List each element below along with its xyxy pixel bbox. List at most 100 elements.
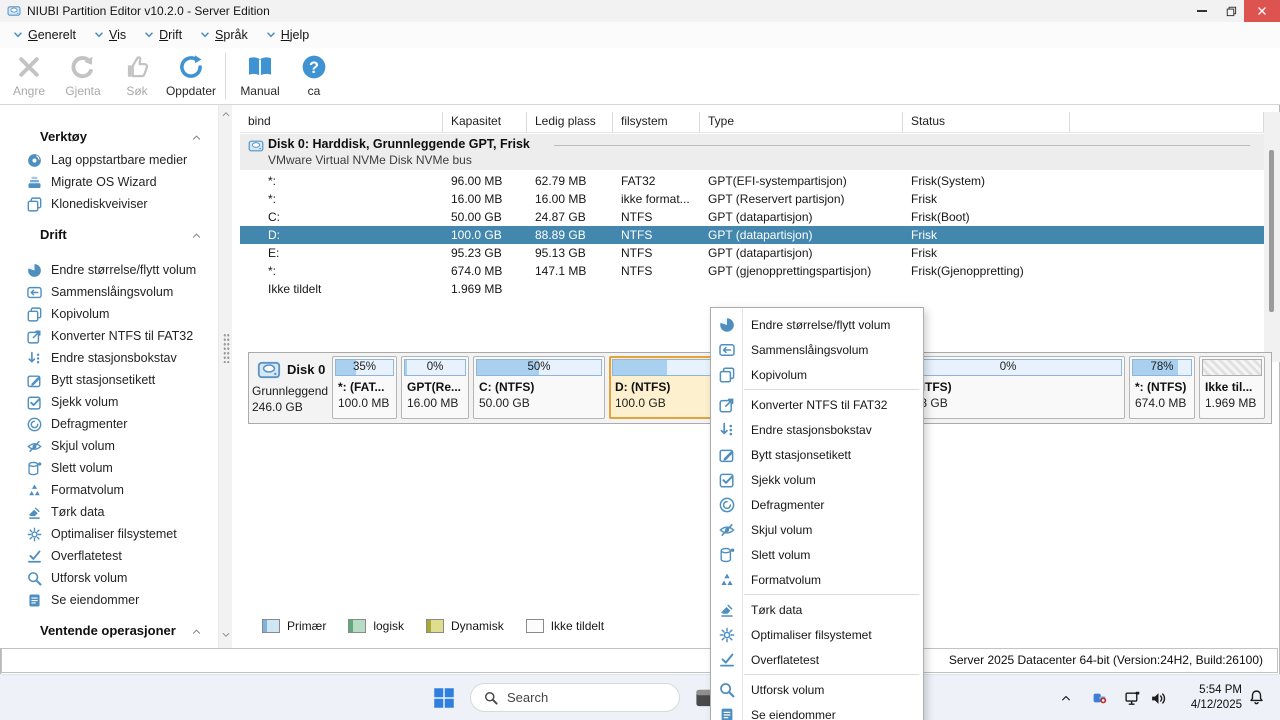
toolbar-button[interactable]: Oppdater bbox=[164, 54, 218, 98]
partition-block[interactable]: 50% C: (NTFS) 50.00 GB bbox=[473, 356, 605, 419]
search-box[interactable]: Search bbox=[470, 683, 680, 712]
sidebar-section-tools[interactable]: Verktøy bbox=[0, 125, 218, 149]
tray-overflow-icon[interactable] bbox=[1060, 692, 1072, 704]
sidebar-item[interactable]: Formatvolum bbox=[0, 479, 218, 501]
context-menu-label: Kopivolum bbox=[751, 367, 808, 382]
sidebar-item[interactable]: Slett volum bbox=[0, 457, 218, 479]
toolbar-button[interactable]: Søk bbox=[110, 54, 164, 98]
menu-bar-item[interactable]: Hjelp bbox=[258, 25, 318, 45]
context-menu-item[interactable]: Optimaliser filsystemet bbox=[711, 622, 923, 647]
sidebar-item-label: Sammenslåingsvolum bbox=[51, 285, 174, 299]
sidebar-item[interactable]: Sjekk volum bbox=[0, 391, 218, 413]
sidebar-item[interactable]: Bytt stasjonsetikett bbox=[0, 369, 218, 391]
partition-block[interactable]: 78% *: (NTFS) 674.0 MB bbox=[1129, 356, 1195, 419]
minimize-button[interactable] bbox=[1186, 0, 1218, 22]
sidebar-item[interactable]: Skjul volum bbox=[0, 435, 218, 457]
notification-bell-icon[interactable] bbox=[1248, 689, 1265, 706]
scrollbar-thumb[interactable] bbox=[1269, 150, 1274, 312]
network-icon[interactable] bbox=[1124, 690, 1141, 707]
sidebar-item[interactable]: Se eiendommer bbox=[0, 589, 218, 611]
table-row[interactable]: E: 95.23 GB 95.13 GB NTFS GPT (dataparti… bbox=[240, 244, 1264, 262]
context-menu-item[interactable]: Se eiendommer bbox=[711, 702, 923, 720]
sidebar-item[interactable]: Optimaliser filsystemet bbox=[0, 523, 218, 545]
sidebar-item[interactable]: Endre størrelse/flytt volum bbox=[0, 259, 218, 281]
partition-block[interactable]: 0% GPT(Re... 16.00 MB bbox=[401, 356, 469, 419]
menu-bar-item[interactable]: Vis bbox=[86, 25, 134, 45]
partition-block[interactable]: 0% E: (NTFS) 95.23 GB bbox=[891, 356, 1125, 419]
taskbar-clock[interactable]: 5:54 PM 4/12/2025 bbox=[1172, 683, 1242, 713]
sidebar-tools-list: Lag oppstartbare medier Migrate OS Wizar… bbox=[0, 149, 218, 215]
column-header[interactable]: filsystem bbox=[613, 112, 700, 132]
table-row[interactable]: C: 50.00 GB 24.87 GB NTFS GPT (dataparti… bbox=[240, 208, 1264, 226]
table-row[interactable]: *: 16.00 MB 16.00 MB ikke format... GPT … bbox=[240, 190, 1264, 208]
sidebar-item[interactable]: Overflatetest bbox=[0, 545, 218, 567]
sidebar-item[interactable]: Tørk data bbox=[0, 501, 218, 523]
column-header[interactable]: Ledig plass bbox=[527, 112, 613, 132]
sidebar-scrollbar[interactable] bbox=[218, 105, 232, 648]
restore-button[interactable] bbox=[1218, 0, 1244, 22]
menu-bar-item[interactable]: Generelt bbox=[5, 25, 84, 45]
column-header[interactable]: bind bbox=[240, 112, 443, 132]
sidebar-item[interactable]: Konverter NTFS til FAT32 bbox=[0, 325, 218, 347]
menu-bar-item[interactable]: Språk bbox=[192, 25, 256, 45]
sidebar-item[interactable]: Defragmenter bbox=[0, 413, 218, 435]
sidebar-item[interactable]: Migrate OS Wizard bbox=[0, 171, 218, 193]
table-row[interactable]: D: 100.0 GB 88.89 GB NTFS GPT (dataparti… bbox=[240, 226, 1264, 244]
legend-label: Primær bbox=[287, 619, 327, 633]
table-row[interactable]: *: 674.0 MB 147.1 MB NTFS GPT (gjenoppre… bbox=[240, 262, 1264, 280]
sidebar-item[interactable]: Endre stasjonsbokstav bbox=[0, 347, 218, 369]
tray-vm-icon[interactable] bbox=[1092, 690, 1108, 706]
drive-label-icon bbox=[719, 447, 735, 463]
partition-block[interactable]: 35% *: (FAT... 100.0 MB bbox=[332, 356, 397, 419]
toolbar-button[interactable]: Gjenta bbox=[56, 54, 110, 98]
cell-status: Frisk(System) bbox=[911, 174, 985, 188]
table-scrollbar[interactable] bbox=[1264, 112, 1280, 362]
context-menu-item[interactable]: Overflatetest bbox=[711, 647, 923, 672]
menu-bar-item[interactable]: Drift bbox=[136, 25, 190, 45]
context-menu-item[interactable]: Konverter NTFS til FAT32 bbox=[711, 392, 923, 417]
partition-block[interactable]: Ikke til... 1.969 MB bbox=[1199, 356, 1265, 419]
sidebar-item[interactable]: Klonediskveiviser bbox=[0, 193, 218, 215]
context-menu-item[interactable]: Sammenslåingsvolum bbox=[711, 337, 923, 362]
table-row[interactable]: *: 96.00 MB 62.79 MB FAT32 GPT(EFI-syste… bbox=[240, 172, 1264, 190]
context-menu-item[interactable]: Formatvolum bbox=[711, 567, 923, 592]
sidebar-item[interactable]: Sammenslåingsvolum bbox=[0, 281, 218, 303]
sidebar-section-operations[interactable]: Drift bbox=[0, 223, 218, 247]
menu-bar-label: Generelt bbox=[28, 28, 76, 42]
scroll-down-icon[interactable] bbox=[221, 630, 231, 640]
context-menu-item[interactable]: Defragmenter bbox=[711, 492, 923, 517]
context-menu-item[interactable]: Skjul volum bbox=[711, 517, 923, 542]
scrollbar-thumb[interactable] bbox=[223, 333, 230, 363]
context-menu-item[interactable]: Utforsk volum bbox=[711, 677, 923, 702]
context-menu-item[interactable]: Bytt stasjonsetikett bbox=[711, 442, 923, 467]
table-row[interactable]: Ikke tildelt 1.969 MB bbox=[240, 280, 1264, 298]
sidebar-item-label: Klonediskveiviser bbox=[51, 197, 148, 211]
cell-empty bbox=[1070, 244, 1264, 262]
sidebar-item[interactable]: Utforsk volum bbox=[0, 567, 218, 589]
context-menu-item[interactable]: Endre størrelse/flytt volum bbox=[711, 312, 923, 337]
context-menu-item[interactable]: Endre stasjonsbokstav bbox=[711, 417, 923, 442]
sidebar-item[interactable]: Kopivolum bbox=[0, 303, 218, 325]
close-button[interactable] bbox=[1244, 0, 1280, 22]
column-header[interactable]: Kapasitet bbox=[443, 112, 527, 132]
partition-label: Ikke til... bbox=[1205, 380, 1253, 394]
search-placeholder: Search bbox=[507, 690, 549, 705]
context-menu-label: Sjekk volum bbox=[751, 472, 816, 487]
context-menu-item[interactable]: Sjekk volum bbox=[711, 467, 923, 492]
toolbar-button[interactable]: Manual bbox=[233, 54, 287, 98]
toolbar-button[interactable]: ca bbox=[287, 54, 341, 98]
sidebar-item[interactable]: Lag oppstartbare medier bbox=[0, 149, 218, 171]
sidebar-section-pending[interactable]: Ventende operasjoner bbox=[0, 619, 218, 643]
context-menu-item[interactable]: Tørk data bbox=[711, 597, 923, 622]
toolbar-button[interactable]: Angre bbox=[2, 54, 56, 98]
context-menu-item[interactable]: Kopivolum bbox=[711, 362, 923, 387]
scroll-up-icon[interactable] bbox=[221, 109, 231, 119]
column-header[interactable]: Status bbox=[903, 112, 1070, 132]
volume-icon[interactable] bbox=[1150, 690, 1167, 707]
column-header[interactable] bbox=[1070, 112, 1264, 132]
start-button-icon[interactable] bbox=[432, 686, 456, 710]
cell-empty bbox=[1070, 226, 1264, 244]
context-menu-item[interactable]: Slett volum bbox=[711, 542, 923, 567]
column-header[interactable]: Type bbox=[700, 112, 903, 132]
cell-free-space: 62.79 MB bbox=[535, 174, 587, 188]
